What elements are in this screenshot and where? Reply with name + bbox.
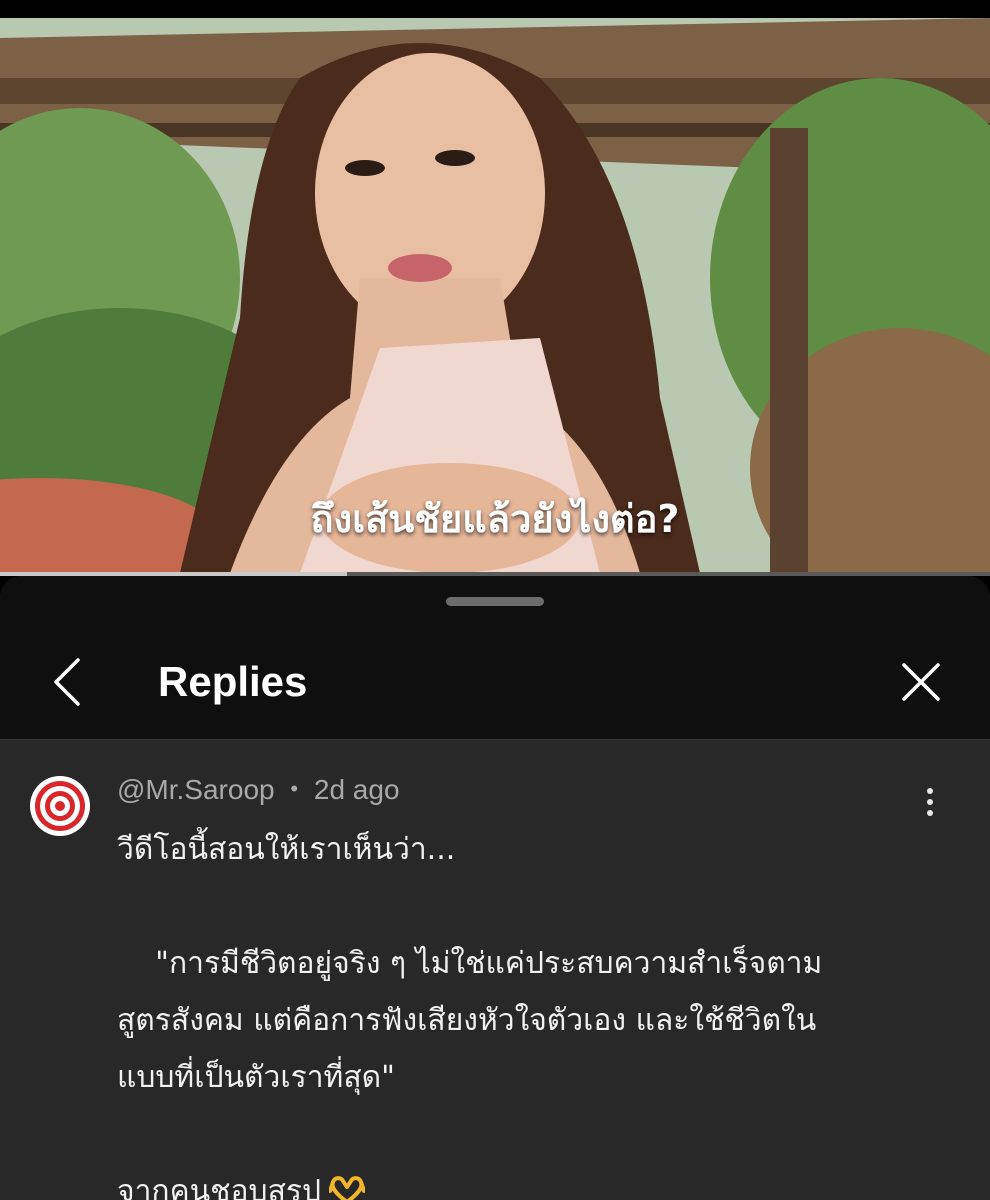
- comment-line-blank: [117, 1106, 917, 1163]
- meta-separator: •: [290, 776, 299, 801]
- comment-body: วีดีโอนี้สอนให้เราเห็นว่า... "การมีชีวิต…: [117, 821, 917, 1200]
- close-icon: [902, 663, 940, 701]
- close-button[interactable]: [893, 654, 949, 710]
- sheet-title: Replies: [158, 658, 308, 705]
- more-options-button[interactable]: [912, 784, 948, 834]
- comment-line: "การมีชีวิตอยู่จริง ๆ ไม่ใช่แค่ประสบความ…: [117, 946, 823, 981]
- video-caption: ถึงเส้นชัยแล้วยังไงต่อ?: [310, 497, 680, 541]
- avatar[interactable]: [30, 776, 90, 836]
- back-button[interactable]: [40, 654, 96, 710]
- comment-meta: @Mr.Saroop • 2d ago: [117, 774, 400, 808]
- comment-line-last: จากคนชอบสรุป: [117, 1163, 917, 1200]
- comment-author[interactable]: @Mr.Saroop: [117, 774, 275, 805]
- sheet-header: Replies: [0, 576, 990, 740]
- replies-sheet: Replies @Mr.Saroop • 2d ago วีดีโอนี้สอน…: [0, 576, 990, 1200]
- more-vertical-icon: [912, 788, 948, 816]
- comment-line: แบบที่เป็นตัวเราที่สุด": [117, 1060, 395, 1095]
- heart-hands-emoji-icon: [329, 1176, 366, 1200]
- app-screen: ถึงเส้นชัยแล้วยังไงต่อ? Replies @Mr.Saro…: [0, 0, 990, 1200]
- video-player[interactable]: ถึงเส้นชัยแล้วยังไงต่อ?: [0, 18, 990, 573]
- comment-line-text: จากคนชอบสรุป: [117, 1174, 322, 1200]
- comment-time: 2d ago: [313, 774, 400, 805]
- drag-handle[interactable]: [446, 597, 544, 606]
- comment-line: วีดีโอนี้สอนให้เราเห็นว่า...: [117, 832, 456, 867]
- target-avatar-icon: [31, 777, 89, 835]
- comment-line: สูตรสังคม แต่คือการฟังเสียงหัวใจตัวเอง แ…: [117, 1003, 817, 1038]
- comment-item: @Mr.Saroop • 2d ago วีดีโอนี้สอนให้เราเห…: [0, 740, 990, 1200]
- comment-line-blank: [117, 878, 917, 935]
- chevron-left-icon: [54, 658, 80, 706]
